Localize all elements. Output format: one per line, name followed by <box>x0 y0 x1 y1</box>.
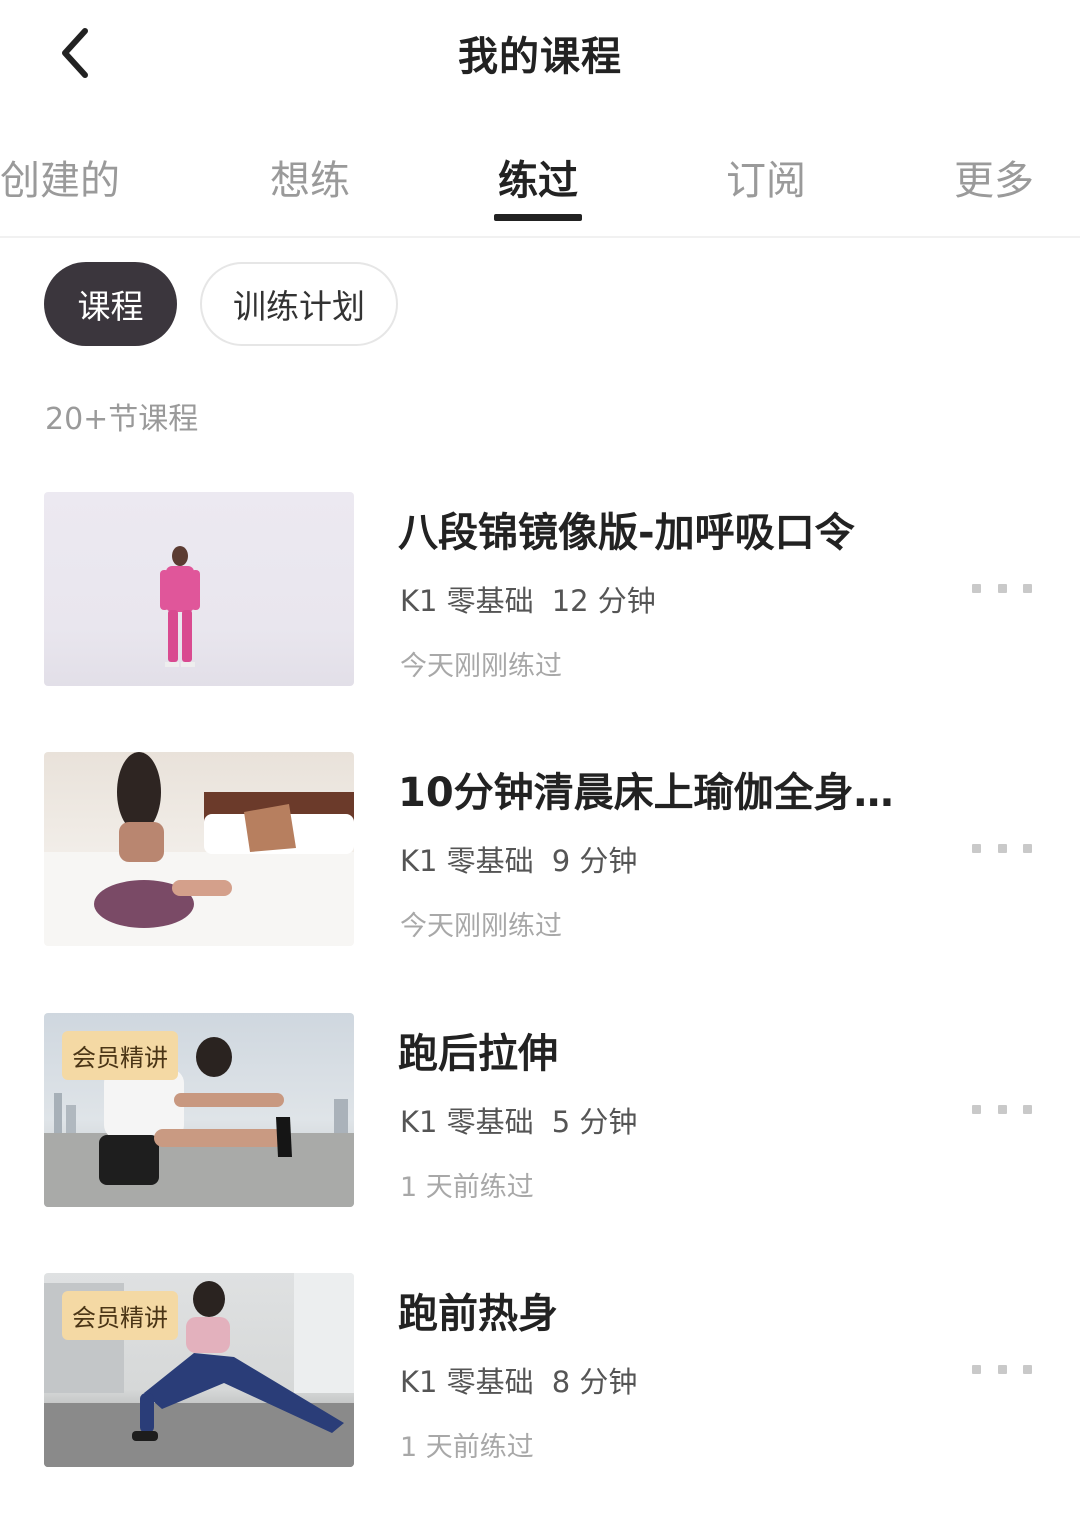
active-tab-indicator <box>494 214 582 221</box>
more-options-icon[interactable] <box>972 1363 1032 1375</box>
course-duration: 9 分钟 <box>551 844 638 878</box>
course-level: K1 零基础 <box>400 844 534 878</box>
page-title: 我的课程 <box>458 34 622 80</box>
course-duration: 5 分钟 <box>551 1105 638 1139</box>
course-meta: K1 零基础 5 分钟 <box>400 1099 655 1141</box>
course-item[interactable]: 会员精讲 跑前热身 K1 零基础 8 分钟 1 天前练过 <box>0 1273 1080 1469</box>
tab-practiced[interactable]: 练过 <box>498 148 578 206</box>
more-options-icon[interactable] <box>972 1103 1032 1115</box>
course-title: 跑后拉伸 <box>398 1031 558 1077</box>
filter-chip-courses[interactable]: 课程 <box>44 262 177 346</box>
course-item[interactable]: 八段锦镜像版-加呼吸口令 K1 零基础 12 分钟 今天刚刚练过 <box>0 492 1080 688</box>
course-thumbnail: 会员精讲 <box>44 1013 354 1207</box>
tab-more[interactable]: 更多 <box>954 148 1034 206</box>
tab-bar: 创建的 想练 练过 订阅 更多 <box>0 130 1080 238</box>
top-bar: 我的课程 <box>0 0 1080 110</box>
course-item[interactable]: 10分钟清晨床上瑜伽全身… K1 零基础 9 分钟 今天刚刚练过 <box>0 752 1080 948</box>
practiced-time: 今天刚刚练过 <box>400 911 562 942</box>
course-level: K1 零基础 <box>400 1105 534 1139</box>
course-title: 跑前热身 <box>398 1291 558 1337</box>
filter-chip-training-plans[interactable]: 训练计划 <box>200 262 398 346</box>
course-item[interactable]: 会员精讲 跑后拉伸 K1 零基础 5 分钟 1 天前练过 <box>0 1013 1080 1209</box>
course-level: K1 零基础 <box>400 584 534 618</box>
course-meta: K1 零基础 9 分钟 <box>400 838 655 880</box>
course-thumbnail <box>44 492 354 686</box>
member-badge: 会员精讲 <box>62 1291 178 1340</box>
more-options-icon[interactable] <box>972 582 1032 594</box>
course-meta: K1 零基础 8 分钟 <box>400 1359 655 1401</box>
practiced-time: 今天刚刚练过 <box>400 651 562 682</box>
course-meta: K1 零基础 12 分钟 <box>400 578 674 620</box>
yoga-bed-image <box>44 752 354 946</box>
course-thumbnail <box>44 752 354 946</box>
course-duration: 8 分钟 <box>551 1365 638 1399</box>
member-badge: 会员精讲 <box>62 1031 178 1080</box>
practiced-time: 1 天前练过 <box>400 1432 534 1463</box>
person-figure-image <box>160 546 200 667</box>
tab-subscribed[interactable]: 订阅 <box>726 148 806 206</box>
tab-want-to-practice[interactable]: 想练 <box>270 148 350 206</box>
course-level: K1 零基础 <box>400 1365 534 1399</box>
tab-created[interactable]: 创建的 <box>0 148 120 206</box>
more-options-icon[interactable] <box>972 842 1032 854</box>
course-thumbnail: 会员精讲 <box>44 1273 354 1467</box>
course-title: 八段锦镜像版-加呼吸口令 <box>398 510 855 556</box>
course-duration: 12 分钟 <box>551 584 656 618</box>
course-title: 10分钟清晨床上瑜伽全身… <box>398 770 894 816</box>
practiced-time: 1 天前练过 <box>400 1172 534 1203</box>
course-count: 20+节课程 <box>45 402 199 437</box>
